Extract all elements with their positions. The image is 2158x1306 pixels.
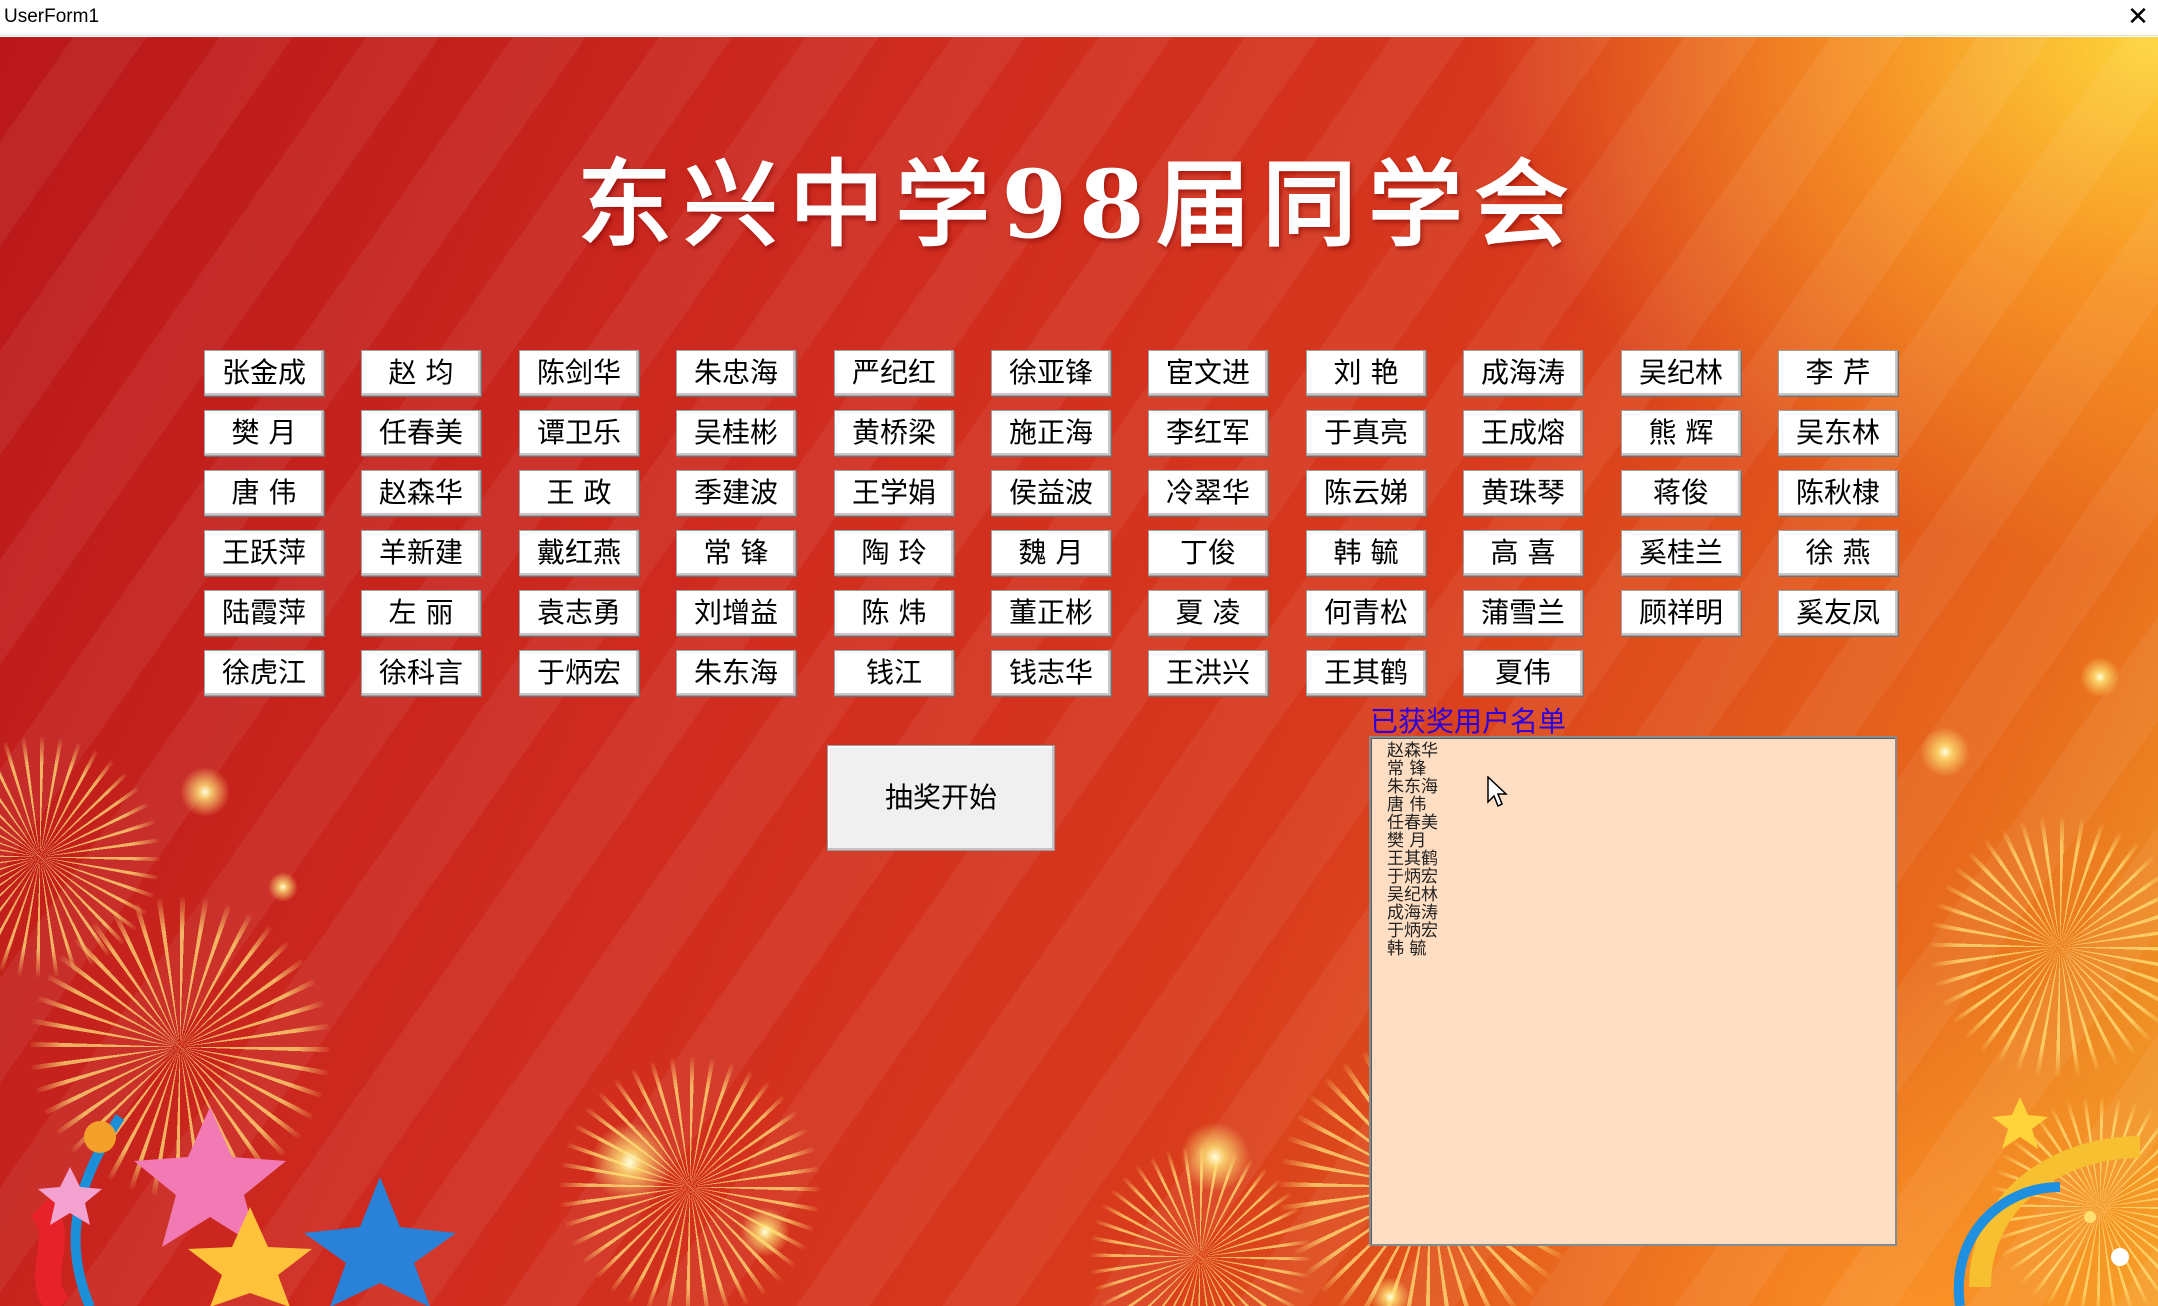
winner-list-item[interactable]: 赵森华 <box>1387 742 1895 760</box>
name-button[interactable]: 陶 玲 <box>834 530 954 576</box>
name-button[interactable]: 严纪红 <box>834 350 954 396</box>
name-button[interactable]: 蒋俊 <box>1621 470 1741 516</box>
name-button[interactable]: 左 丽 <box>361 590 481 636</box>
name-button[interactable]: 黄桥梁 <box>834 410 954 456</box>
winner-list-item[interactable]: 于炳宏 <box>1387 868 1895 886</box>
name-button[interactable]: 徐科言 <box>361 650 481 696</box>
name-button[interactable]: 奚友凤 <box>1778 590 1898 636</box>
name-button[interactable]: 顾祥明 <box>1621 590 1741 636</box>
name-button[interactable]: 袁志勇 <box>519 590 639 636</box>
winner-list-item[interactable]: 韩 毓 <box>1387 940 1895 958</box>
name-button[interactable]: 夏 凌 <box>1148 590 1268 636</box>
name-button[interactable]: 何青松 <box>1306 590 1426 636</box>
streamer-decoration <box>1953 1097 2141 1306</box>
name-button[interactable]: 黄珠琴 <box>1463 470 1583 516</box>
name-button[interactable]: 吴东林 <box>1778 410 1898 456</box>
window-title: UserForm1 <box>4 6 100 27</box>
name-button[interactable]: 陈云娣 <box>1306 470 1426 516</box>
userform-window: UserForm1 ✕ 东兴中学98届同学会 张金成 赵 均 陈剑华 朱忠海 严… <box>0 0 2158 1306</box>
winner-list-item[interactable]: 樊 月 <box>1387 832 1895 850</box>
winner-list-item[interactable]: 唐 伟 <box>1387 796 1895 814</box>
name-button[interactable]: 徐虎江 <box>204 650 324 696</box>
name-button[interactable]: 李红军 <box>1148 410 1268 456</box>
sparkle-decoration <box>1180 1122 1250 1192</box>
name-button[interactable]: 熊 辉 <box>1621 410 1741 456</box>
winner-list-item[interactable]: 于炳宏 <box>1387 922 1895 940</box>
winner-list-item[interactable]: 朱东海 <box>1387 778 1895 796</box>
name-button[interactable]: 季建波 <box>676 470 796 516</box>
name-button[interactable]: 赵森华 <box>361 470 481 516</box>
page-title: 东兴中学98届同学会 <box>577 150 1581 260</box>
name-button[interactable]: 朱忠海 <box>676 350 796 396</box>
name-button[interactable]: 陆霞萍 <box>204 590 324 636</box>
name-button[interactable]: 刘增益 <box>676 590 796 636</box>
sparkle-decoration <box>740 1207 790 1257</box>
name-button[interactable]: 谭卫乐 <box>519 410 639 456</box>
sparkle-decoration <box>180 767 230 817</box>
star-balloons-decoration <box>29 1107 456 1306</box>
close-icon[interactable]: ✕ <box>2118 0 2158 36</box>
name-button[interactable]: 董正彬 <box>991 590 1111 636</box>
name-button[interactable]: 赵 均 <box>361 350 481 396</box>
sparkle-decoration <box>268 872 298 902</box>
winner-list-item[interactable]: 吴纪林 <box>1387 886 1895 904</box>
name-button[interactable]: 刘 艳 <box>1306 350 1426 396</box>
name-button[interactable]: 王其鹤 <box>1306 650 1426 696</box>
name-button[interactable]: 侯益波 <box>991 470 1111 516</box>
winner-list-item[interactable]: 常 锋 <box>1387 760 1895 778</box>
name-button[interactable]: 成海涛 <box>1463 350 1583 396</box>
name-button[interactable]: 于真亮 <box>1306 410 1426 456</box>
winners-list-label: 已获奖用户名单 <box>1370 705 1567 738</box>
name-button[interactable]: 陈剑华 <box>519 350 639 396</box>
name-button[interactable]: 奚桂兰 <box>1621 530 1741 576</box>
name-button[interactable]: 李 芹 <box>1778 350 1898 396</box>
name-button[interactable]: 羊新建 <box>361 530 481 576</box>
name-button[interactable]: 王学娟 <box>834 470 954 516</box>
name-button[interactable]: 蒲雪兰 <box>1463 590 1583 636</box>
name-button[interactable]: 陈 炜 <box>834 590 954 636</box>
name-button[interactable]: 王 政 <box>519 470 639 516</box>
name-button[interactable]: 常 锋 <box>676 530 796 576</box>
name-button[interactable]: 冷翠华 <box>1148 470 1268 516</box>
name-button[interactable]: 王洪兴 <box>1148 650 1268 696</box>
name-button[interactable]: 于炳宏 <box>519 650 639 696</box>
sparkle-decoration <box>1920 727 1970 777</box>
winner-list-item[interactable]: 成海涛 <box>1387 904 1895 922</box>
name-button[interactable]: 钱江 <box>834 650 954 696</box>
start-draw-button[interactable]: 抽奖开始 <box>827 745 1055 851</box>
name-button[interactable]: 钱志华 <box>991 650 1111 696</box>
name-button[interactable]: 唐 伟 <box>204 470 324 516</box>
name-button[interactable]: 吴桂彬 <box>676 410 796 456</box>
sparkle-decoration <box>590 1122 670 1202</box>
name-button[interactable]: 吴纪林 <box>1621 350 1741 396</box>
sparkle-decoration <box>2080 657 2120 697</box>
name-button[interactable]: 樊 月 <box>204 410 324 456</box>
name-button[interactable]: 朱东海 <box>676 650 796 696</box>
name-button[interactable]: 高 喜 <box>1463 530 1583 576</box>
name-button[interactable]: 丁俊 <box>1148 530 1268 576</box>
name-button[interactable]: 施正海 <box>991 410 1111 456</box>
name-button[interactable]: 戴红燕 <box>519 530 639 576</box>
winner-list-item[interactable]: 王其鹤 <box>1387 850 1895 868</box>
name-button[interactable]: 张金成 <box>204 350 324 396</box>
name-button[interactable]: 徐 燕 <box>1778 530 1898 576</box>
title-bar: UserForm1 ✕ <box>0 0 2158 36</box>
name-button[interactable]: 任春美 <box>361 410 481 456</box>
form-client-area: 东兴中学98届同学会 张金成赵 均陈剑华 朱忠海 严纪红 徐亚锋 宦文进刘 艳成海涛 吴纪… <box>0 37 2158 1306</box>
name-button[interactable]: 夏伟 <box>1463 650 1583 696</box>
name-button[interactable]: 魏 月 <box>991 530 1111 576</box>
name-button[interactable]: 王成熔 <box>1463 410 1583 456</box>
name-button[interactable]: 徐亚锋 <box>991 350 1111 396</box>
name-button[interactable]: 王跃萍 <box>204 530 324 576</box>
winner-list-item[interactable]: 任春美 <box>1387 814 1895 832</box>
mouse-pointer-icon <box>1487 776 1508 808</box>
name-button[interactable]: 韩 毓 <box>1306 530 1426 576</box>
name-button[interactable]: 宦文进 <box>1148 350 1268 396</box>
winners-listbox[interactable]: 赵森华常 锋朱东海唐 伟任春美樊 月王其鹤 于炳宏 吴纪林 成海涛 于炳宏韩 毓 <box>1369 736 1897 1246</box>
name-button[interactable]: 陈秋棣 <box>1778 470 1898 516</box>
